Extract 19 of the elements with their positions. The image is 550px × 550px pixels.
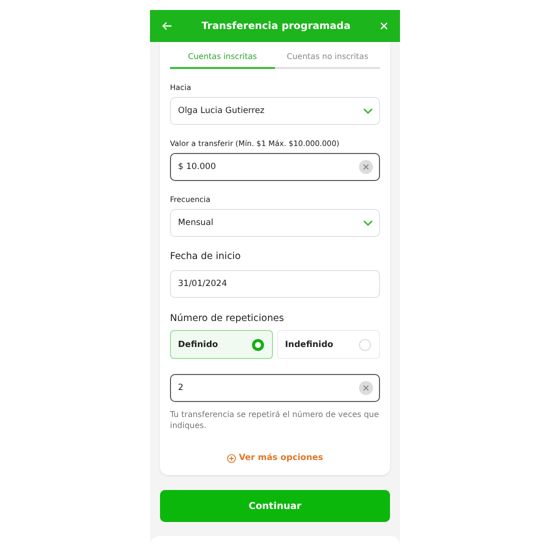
input-field[interactable]: $ 10.000 xyxy=(170,153,380,181)
field-label: Fecha de inicio xyxy=(170,251,242,262)
back-arrow-icon[interactable] xyxy=(162,22,172,30)
tab[interactable]: Cuentas no inscritas xyxy=(275,42,380,69)
plus-circle-icon xyxy=(226,454,236,462)
close-icon[interactable] xyxy=(380,22,388,30)
field-label: Número de repeticiones xyxy=(170,313,285,324)
radio-option[interactable]: Definido xyxy=(170,330,273,359)
radio-option[interactable]: Indefinido xyxy=(277,330,380,359)
chevron-down-icon xyxy=(363,220,373,226)
dropdown-field[interactable]: Olga Lucia Gutierrez xyxy=(170,97,380,125)
clear-icon[interactable] xyxy=(359,160,373,174)
chevron-down-icon xyxy=(363,108,373,114)
screen-title: Transferencia programada xyxy=(200,20,352,32)
clear-icon[interactable] xyxy=(359,381,373,395)
input-field[interactable]: 2 xyxy=(170,374,380,402)
helper-text: Tu transferencia se repetirá el número de veces que indiques. xyxy=(170,409,380,431)
input-field[interactable]: 31/01/2024 xyxy=(170,270,380,298)
dropdown-field[interactable]: Mensual xyxy=(170,209,380,237)
